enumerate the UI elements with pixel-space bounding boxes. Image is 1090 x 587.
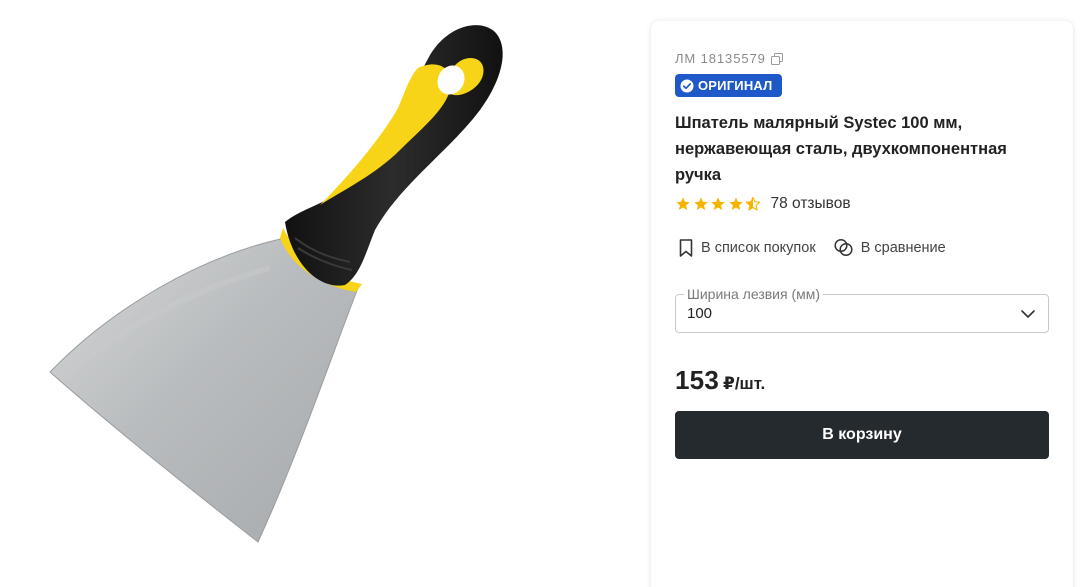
product-info-card: ЛМ 18135579 ОРИГИНАЛ Шпатель малярный Sy… (651, 21, 1073, 587)
product-title: Шпатель малярный Systec 100 мм, нержавею… (675, 114, 1007, 184)
bookmark-icon (679, 238, 693, 257)
star-icon (693, 197, 708, 210)
product-sku: ЛМ 18135579 (675, 51, 783, 66)
product-actions: В список покупок В сравнение (679, 238, 964, 257)
compare-label: В сравнение (860, 239, 946, 256)
add-to-compare-button[interactable]: В сравнение (834, 238, 946, 257)
star-half-icon (745, 196, 761, 211)
product-price: 153 ₽/шт. (675, 365, 765, 396)
original-badge: ОРИГИНАЛ (675, 74, 782, 97)
add-to-cart-button[interactable]: В корзину (675, 411, 1049, 459)
badge-label: ОРИГИНАЛ (698, 78, 773, 93)
compare-icon (834, 238, 853, 257)
star-icon (728, 197, 743, 210)
blade-width-value: 100 (687, 305, 713, 322)
putty-knife-image (49, 25, 503, 543)
price-value: 153 (675, 365, 719, 395)
star-icon (711, 197, 725, 210)
reviews-count: 78 отзывов (770, 195, 851, 212)
sku-text: ЛМ 18135579 (675, 51, 766, 66)
blade-width-select[interactable]: Ширина лезвия (мм) 100 (675, 286, 1049, 333)
product-rating[interactable]: 78 отзывов (675, 195, 851, 213)
shopping-list-label: В список покупок (701, 239, 816, 256)
rating-stars (675, 196, 763, 212)
product-page: ЛМ 18135579 ОРИГИНАЛ Шпатель малярный Sy… (0, 0, 1090, 587)
chevron-down-icon (1021, 310, 1035, 318)
add-to-shopping-list-button[interactable]: В список покупок (679, 238, 816, 257)
check-badge-icon (680, 79, 694, 92)
copy-icon[interactable] (770, 52, 783, 65)
product-image[interactable] (0, 0, 640, 587)
blade-width-label: Ширина лезвия (мм) (684, 286, 824, 302)
price-unit: ₽/шт. (722, 374, 766, 393)
star-icon (676, 197, 690, 210)
